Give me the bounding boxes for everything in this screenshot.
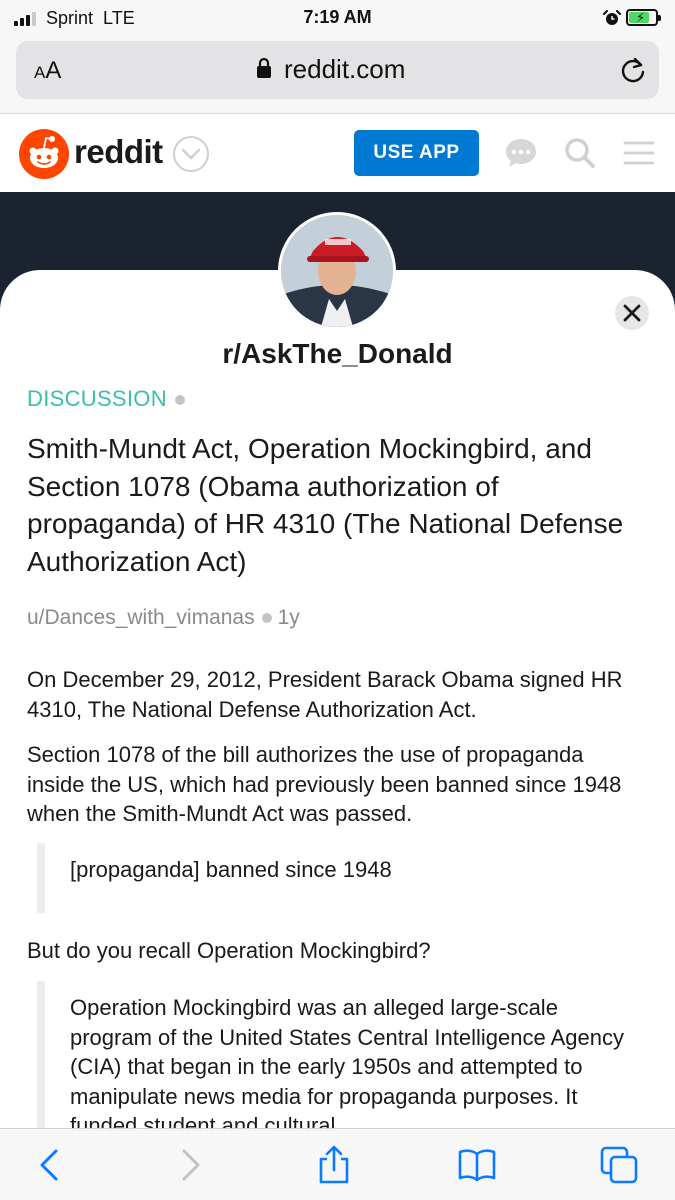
body-paragraph: But do you recall Operation Mockingbird? [27,938,431,963]
body-paragraph: Section 1078 of the bill authorizes the … [27,742,622,826]
post-age: 1y [277,606,300,629]
status-time: 7:19 AM [303,7,372,27]
charging-icon: ⚡ [636,10,646,25]
post-title: Smith-Mundt Act, Operation Mockingbird, … [27,433,624,577]
quote-text: [propaganda] banned since 1948 [70,857,392,882]
block-quote: [propaganda] banned since 1948 [37,843,637,913]
url-text[interactable]: reddit.com [284,54,405,85]
chevron-down-icon[interactable] [172,135,210,173]
back-icon[interactable] [30,1145,70,1185]
reddit-wordmark[interactable]: reddit [74,133,163,171]
forward-icon[interactable] [170,1145,210,1185]
search-icon[interactable] [564,137,596,169]
use-app-button[interactable]: USE APP [354,130,479,176]
bookmarks-icon[interactable] [457,1145,497,1185]
text-size-button[interactable]: AA [34,57,61,85]
body-paragraph: On December 29, 2012, President Barack O… [27,667,623,722]
reddit-logo-icon[interactable] [19,129,69,179]
menu-icon[interactable] [623,140,655,166]
block-quote: Operation Mockingbird was an alleged lar… [37,981,637,1131]
reload-icon[interactable] [619,56,647,84]
browser-address-area: AA reddit.com [0,36,675,114]
address-bar[interactable]: AA reddit.com [16,41,659,99]
alarm-clock-icon [603,10,621,25]
quote-text: Operation Mockingbird was an alleged lar… [70,995,624,1131]
post-meta: u/Dances_with_vimanas 1y [27,606,300,630]
subreddit-avatar[interactable] [278,212,396,330]
tabs-icon[interactable] [599,1145,639,1185]
reddit-header: reddit USE APP [0,115,675,192]
separator-dot [174,395,185,406]
post-author[interactable]: u/Dances_with_vimanas [27,606,255,629]
post-flair-row: DISCUSSION [27,386,185,412]
close-button[interactable] [615,296,649,330]
status-bar: Sprint LTE 7:19 AM ⚡ [0,0,675,36]
share-icon[interactable] [314,1145,354,1185]
battery-icon: ⚡ [626,9,661,26]
lock-icon [257,57,271,78]
subreddit-name[interactable]: r/AskThe_Donald [0,338,675,370]
close-icon [623,304,641,322]
avatar-photo [281,215,393,327]
browser-toolbar [0,1128,675,1200]
chat-icon[interactable] [504,137,538,169]
separator-dot [261,613,272,624]
post-flair[interactable]: DISCUSSION [27,386,167,411]
